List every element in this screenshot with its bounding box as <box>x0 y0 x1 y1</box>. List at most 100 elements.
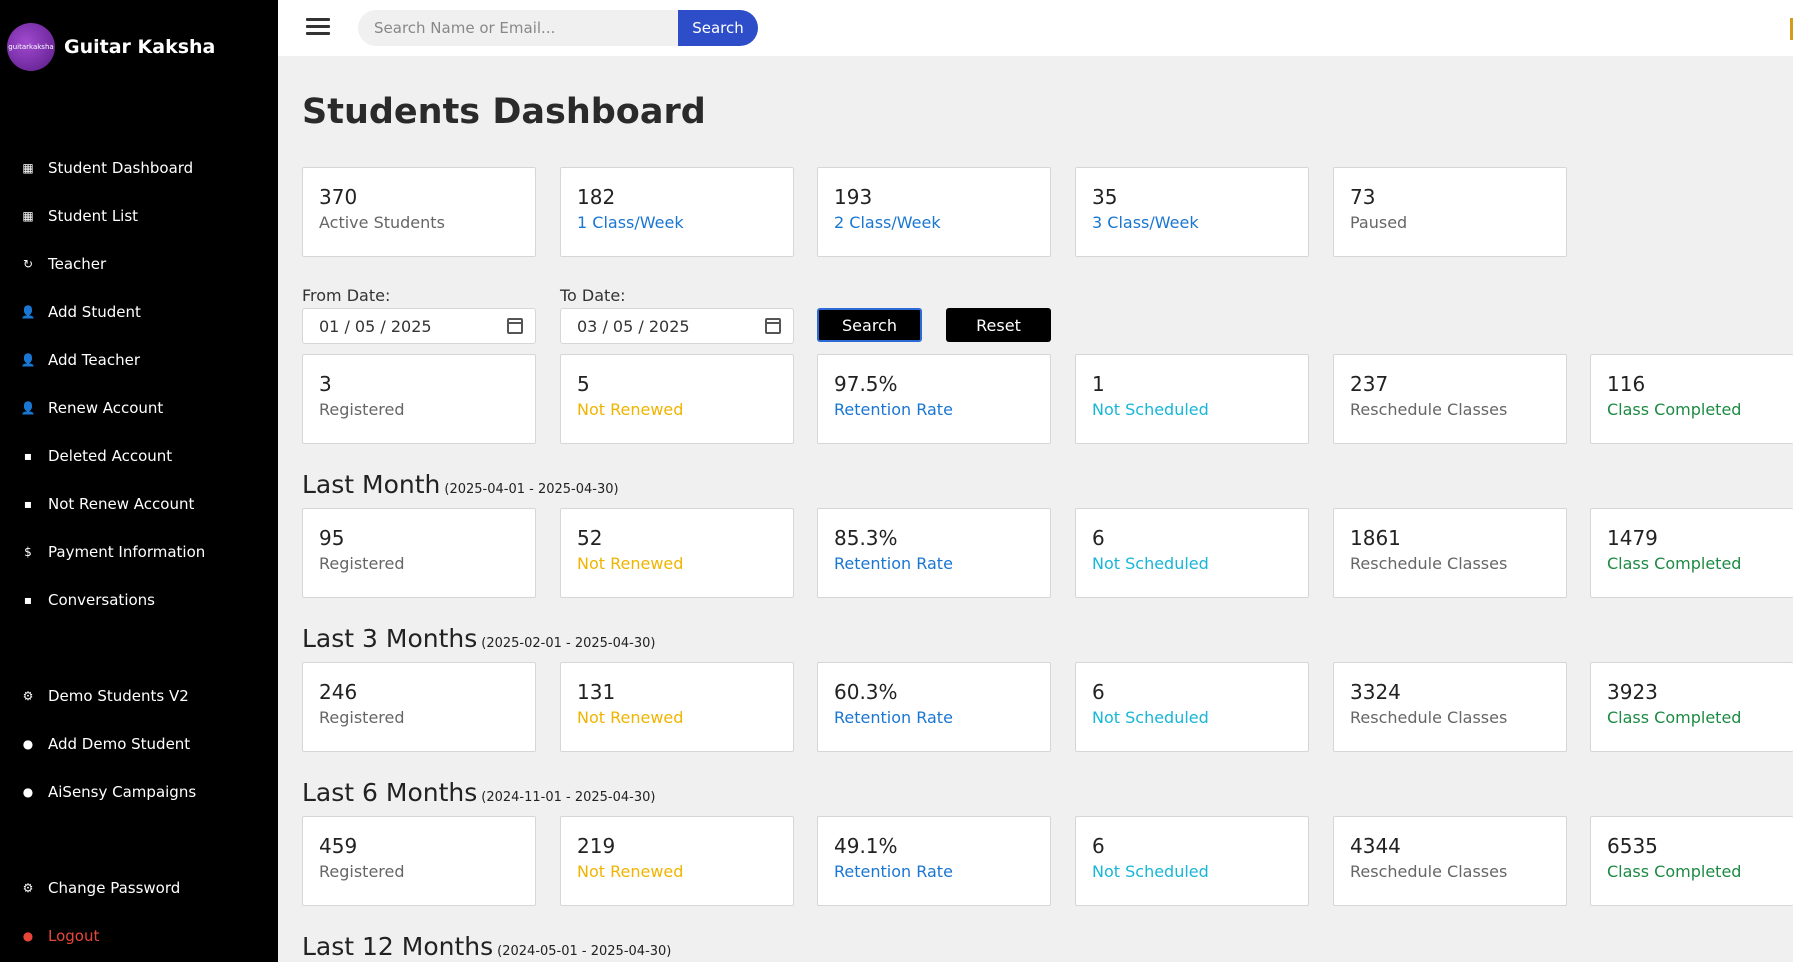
card-value: 95 <box>319 526 345 550</box>
topbar: Search <box>278 0 1793 56</box>
grid-icon: ▦ <box>22 209 34 223</box>
card-label: Class Completed <box>1607 400 1742 419</box>
to-date-label: To Date: <box>560 286 626 305</box>
user-add-icon: 👤 <box>20 353 36 367</box>
search-button[interactable]: Search <box>678 10 758 46</box>
card-label: Not Renewed <box>577 862 684 881</box>
card-label: Class Completed <box>1607 708 1742 727</box>
sidebar-item-label: Add Demo Student <box>48 735 191 753</box>
sidebar-item-deleted-account[interactable]: ▪ Deleted Account <box>20 444 172 468</box>
menu-toggle-icon[interactable] <box>306 18 330 38</box>
stat-card-reschedule-classes: 4344 Reschedule Classes <box>1333 816 1567 906</box>
filter-reset-button[interactable]: Reset <box>946 308 1051 342</box>
card-value: 246 <box>319 680 358 704</box>
sidebar-item-payment-information[interactable]: $ Payment Information <box>20 540 205 564</box>
sidebar-item-conversations[interactable]: ▪ Conversations <box>20 588 155 612</box>
card-value: 5 <box>577 372 590 396</box>
card-label: Paused <box>1350 213 1408 232</box>
card-label: Reschedule Classes <box>1350 554 1508 573</box>
card-label: Registered <box>319 708 405 727</box>
message-icon: ▪ <box>23 449 33 463</box>
sidebar-item-add-student[interactable]: 👤 Add Student <box>20 300 141 324</box>
card-label: Reschedule Classes <box>1350 708 1508 727</box>
sidebar-item-label: Deleted Account <box>48 447 173 465</box>
stat-card-not-scheduled: 1 Not Scheduled <box>1075 354 1309 444</box>
stat-card-registered: 459 Registered <box>302 816 536 906</box>
card-label: Registered <box>319 862 405 881</box>
card-label: Not Scheduled <box>1092 400 1209 419</box>
section-title: Last 12 Months <box>302 932 494 961</box>
circle-icon: ● <box>22 785 34 799</box>
card-value: 1 <box>1092 372 1105 396</box>
sidebar-item-student-list[interactable]: ▦ Student List <box>20 204 138 228</box>
sidebar-item-label: Student Dashboard <box>48 159 194 177</box>
sidebar-item-add-teacher[interactable]: 👤 Add Teacher <box>20 348 140 372</box>
search-input[interactable] <box>358 10 678 46</box>
sidebar-item-demo-students-v2[interactable]: ⚙ Demo Students V2 <box>20 684 189 708</box>
sidebar-item-change-password[interactable]: ⚙ Change Password <box>20 876 181 900</box>
card-value: 6 <box>1092 834 1105 858</box>
stat-card-not-renewed: 131 Not Renewed <box>560 662 794 752</box>
card-label: Active Students <box>319 213 445 232</box>
section-heading-last-month: Last Month (2025-04-01 - 2025-04-30) <box>302 470 619 499</box>
sidebar-item-label: Add Student <box>48 303 141 321</box>
sidebar-item-logout[interactable]: ● Logout <box>20 924 100 948</box>
card-value: 60.3% <box>834 680 898 704</box>
summary-card-1-class-week: 182 1 Class/Week <box>560 167 794 257</box>
sidebar-item-label: Renew Account <box>48 399 164 417</box>
card-label: 1 Class/Week <box>577 213 684 232</box>
gear-icon: ⚙ <box>22 881 34 895</box>
logout-icon: ● <box>22 929 34 943</box>
section-heading-last-3-months: Last 3 Months (2025-02-01 - 2025-04-30) <box>302 624 655 653</box>
section-range: (2025-04-01 - 2025-04-30) <box>444 482 619 497</box>
calendar-icon[interactable] <box>507 318 523 334</box>
card-value: 85.3% <box>834 526 898 550</box>
card-label: Registered <box>319 400 405 419</box>
stat-card-reschedule-classes: 1861 Reschedule Classes <box>1333 508 1567 598</box>
section-heading-last-6-months: Last 6 Months (2024-11-01 - 2025-04-30) <box>302 778 655 807</box>
message-icon: ▪ <box>23 497 33 511</box>
sidebar-item-renew-account[interactable]: 👤 Renew Account <box>20 396 164 420</box>
card-value: 6535 <box>1607 834 1658 858</box>
sidebar-item-label: Payment Information <box>48 543 206 561</box>
card-label: Not Renewed <box>577 708 684 727</box>
user-add-icon: 👤 <box>20 305 36 319</box>
card-value: 116 <box>1607 372 1646 396</box>
gear-icon: ⚙ <box>22 689 34 703</box>
sidebar-item-teacher[interactable]: ↻ Teacher <box>20 252 106 276</box>
card-value: 1479 <box>1607 526 1658 550</box>
sidebar-item-add-demo-student[interactable]: ● Add Demo Student <box>20 732 190 756</box>
card-label: Reschedule Classes <box>1350 862 1508 881</box>
grid-icon: ▦ <box>22 161 34 175</box>
from-date-input[interactable]: 01 / 05 / 2025 <box>302 308 536 344</box>
stat-card-retention-rate: 60.3% Retention Rate <box>817 662 1051 752</box>
brand-name: Guitar Kaksha <box>64 36 216 58</box>
sidebar-item-student-dashboard[interactable]: ▦ Student Dashboard <box>20 156 193 180</box>
sidebar-item-label: Not Renew Account <box>48 495 195 513</box>
card-value: 35 <box>1092 185 1118 209</box>
from-date-value: 01 / 05 / 2025 <box>319 316 432 336</box>
filter-search-button[interactable]: Search <box>817 308 922 342</box>
stat-card-registered: 95 Registered <box>302 508 536 598</box>
stat-card-retention-rate: 85.3% Retention Rate <box>817 508 1051 598</box>
stat-card-class-completed: 3923 Class Completed <box>1590 662 1793 752</box>
section-heading-last-12-months: Last 12 Months (2024-05-01 - 2025-04-30) <box>302 932 671 961</box>
to-date-input[interactable]: 03 / 05 / 2025 <box>560 308 794 344</box>
stat-card-registered: 246 Registered <box>302 662 536 752</box>
calendar-icon[interactable] <box>765 318 781 334</box>
card-label: Retention Rate <box>834 708 953 727</box>
stat-card-class-completed: 6535 Class Completed <box>1590 816 1793 906</box>
summary-card-3-class-week: 35 3 Class/Week <box>1075 167 1309 257</box>
sidebar-item-label: Logout <box>48 927 100 945</box>
brand[interactable]: guitarkaksha Guitar Kaksha <box>7 23 215 71</box>
sidebar-item-aisensy-campaigns[interactable]: ● AiSensy Campaigns <box>20 780 196 804</box>
stat-card-retention-rate: 97.5% Retention Rate <box>817 354 1051 444</box>
stat-card-reschedule-classes: 3324 Reschedule Classes <box>1333 662 1567 752</box>
sidebar-item-not-renew-account[interactable]: ▪ Not Renew Account <box>20 492 194 516</box>
card-value: 49.1% <box>834 834 898 858</box>
card-value: 52 <box>577 526 603 550</box>
card-value: 131 <box>577 680 616 704</box>
card-value: 1861 <box>1350 526 1401 550</box>
card-value: 193 <box>834 185 873 209</box>
section-range: (2024-11-01 - 2025-04-30) <box>481 790 656 805</box>
